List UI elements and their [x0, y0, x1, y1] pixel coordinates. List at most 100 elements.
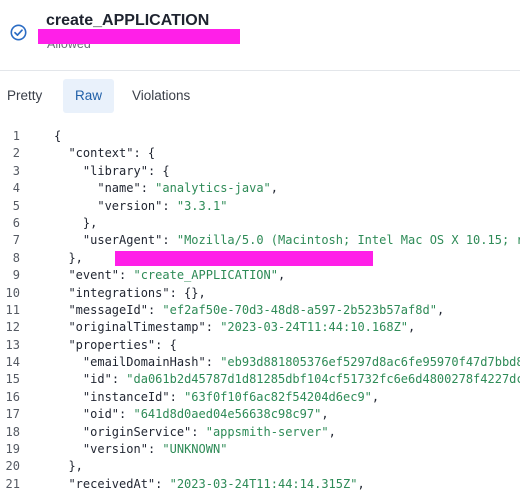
code-text: "properties": { [54, 337, 177, 354]
tab-raw[interactable]: Raw [63, 79, 115, 113]
view-tabs: Pretty Raw Violations [0, 79, 520, 115]
line-number: 6 [12, 215, 20, 230]
line-number: 19 [5, 442, 20, 457]
json-separator: : [147, 442, 163, 457]
json-string-value: "appsmith-server" [205, 424, 329, 439]
json-separator: : [140, 181, 156, 196]
json-string-value: "641d8d0aed04e56638c98c97" [133, 407, 322, 422]
json-string-value: "eb93d881805376ef5297d8ac6fe95970f47d7bb… [220, 355, 520, 370]
code-text: "library": { [54, 163, 170, 180]
line-number: 16 [5, 389, 20, 404]
json-separator: : [119, 268, 134, 283]
line-number: 3 [12, 163, 20, 178]
json-key: "originService" [82, 424, 192, 439]
line-number: 1 [12, 129, 20, 143]
code-line: 10 "integrations": {}, [0, 285, 520, 302]
tab-violations[interactable]: Violations [120, 79, 202, 113]
code-text: "originalTimestamp": "2023-03-24T11:44:1… [54, 319, 415, 336]
event-title: create_APPLICATION [46, 12, 210, 29]
json-key: "instanceId" [82, 389, 170, 404]
line-number: 8 [12, 250, 20, 265]
json-punctuation: , [270, 181, 278, 196]
json-key: "version" [97, 198, 163, 213]
json-separator: : [162, 233, 177, 248]
code-text: "integrations": {}, [54, 285, 205, 302]
json-key: "event" [68, 268, 120, 283]
redaction-mark [115, 251, 373, 266]
line-number: 21 [5, 476, 20, 491]
json-punctuation: , [277, 268, 286, 283]
code-text: "emailDomainHash": "eb93d881805376ef5297… [54, 354, 520, 371]
json-string-value: "ef2af50e-70d3-48d8-a597-2b523b57af8d" [162, 302, 437, 317]
code-text: }, [54, 250, 82, 267]
json-string-value: "63f0f10f6ac82f54204d6ec9" [184, 389, 372, 404]
raw-json-view: 1{2 "context": {3 "library": {4 "name": … [0, 128, 520, 493]
line-number: 10 [5, 285, 20, 300]
json-key: "receivedAt" [68, 476, 156, 491]
code-line: 16 "instanceId": "63f0f10f6ac82f54204d6e… [0, 389, 520, 406]
json-key: "id" [82, 372, 112, 387]
line-number: 7 [12, 233, 20, 248]
json-string-value: "analytics-java" [155, 181, 271, 196]
code-line: 17 "oid": "641d8d0aed04e56638c98c97", [0, 406, 520, 423]
json-separator: : [205, 320, 221, 335]
json-key: "name" [97, 181, 141, 196]
json-punctuation: { [54, 129, 62, 143]
json-key: "userAgent" [82, 233, 163, 248]
line-number: 14 [5, 355, 20, 370]
code-line: 19 "version": "UNKNOWN" [0, 441, 520, 458]
code-text: "id": "da061b2d45787d1d81285dbf104cf5173… [54, 371, 520, 388]
json-punctuation: , [357, 476, 365, 491]
json-string-value: "UNKNOWN" [162, 442, 228, 457]
json-key: "library" [82, 163, 148, 178]
code-text: "userAgent": "Mozilla/5.0 (Macintosh; In… [54, 232, 520, 249]
code-line: 7 "userAgent": "Mozilla/5.0 (Macintosh; … [0, 232, 520, 249]
code-line: 4 "name": "analytics-java", [0, 180, 520, 197]
json-string-value: "Mozilla/5.0 (Macintosh; Intel Mac OS X … [176, 233, 520, 248]
json-separator: : [205, 355, 221, 370]
code-text: "messageId": "ef2af50e-70d3-48d8-a597-2b… [54, 302, 444, 319]
json-separator: : [147, 302, 163, 317]
json-separator: : [162, 198, 177, 213]
code-line: 13 "properties": { [0, 337, 520, 354]
line-number: 4 [12, 181, 20, 196]
code-line: 20 }, [0, 458, 520, 475]
json-key: "oid" [82, 407, 120, 422]
code-line: 11 "messageId": "ef2af50e-70d3-48d8-a597… [0, 302, 520, 319]
json-separator: : [155, 476, 170, 491]
json-key: "originalTimestamp" [68, 320, 206, 335]
line-number: 15 [5, 372, 20, 387]
code-text: }, [54, 215, 97, 232]
json-punctuation: : { [155, 337, 177, 352]
line-number: 18 [5, 424, 20, 439]
json-separator: : [169, 389, 185, 404]
json-string-value: "2023-03-24T11:44:14.315Z" [169, 476, 358, 491]
line-number: 9 [12, 268, 20, 283]
json-string-value: "2023-03-24T11:44:10.168Z" [220, 320, 409, 335]
json-separator: : [119, 407, 134, 422]
code-text: "version": "3.3.1" [54, 198, 227, 215]
code-text: "version": "UNKNOWN" [54, 441, 228, 458]
event-header: create_APPLICATION Allowed [0, 0, 520, 71]
line-number: 5 [12, 198, 20, 213]
line-number: 13 [5, 337, 20, 352]
tab-pretty[interactable]: Pretty [0, 79, 54, 113]
code-line: 18 "originService": "appsmith-server", [0, 424, 520, 441]
json-punctuation: , [408, 320, 416, 335]
code-text: "name": "analytics-java", [54, 180, 278, 197]
